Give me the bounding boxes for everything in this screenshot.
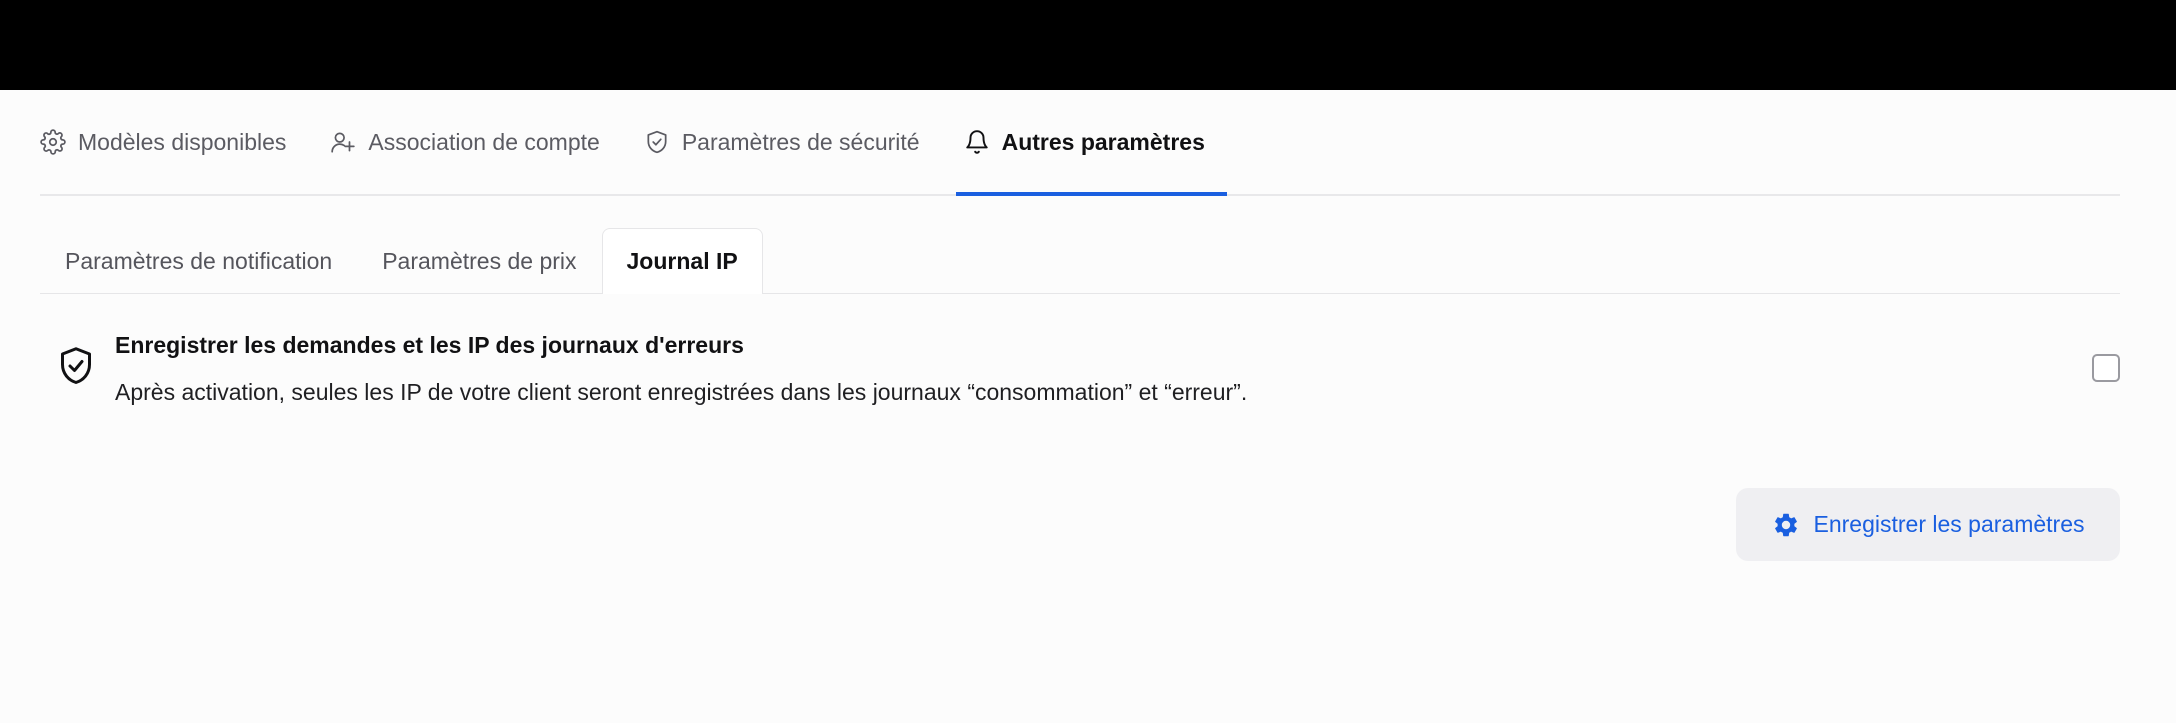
- subtab-notification-settings[interactable]: Paramètres de notification: [40, 229, 357, 293]
- subtab-price-settings[interactable]: Paramètres de prix: [357, 229, 601, 293]
- tab-available-models[interactable]: Modèles disponibles: [40, 90, 296, 194]
- shield-check-icon: [644, 129, 670, 155]
- top-black-bar: [0, 0, 2176, 90]
- save-button-label: Enregistrer les paramètres: [1813, 511, 2085, 537]
- tab-account-association[interactable]: Association de compte: [330, 90, 609, 194]
- tab-label: Autres paramètres: [1001, 128, 1205, 155]
- tab-label: Association de compte: [368, 128, 600, 155]
- sub-tab-bar: Paramètres de notification Paramètres de…: [40, 228, 2120, 294]
- ip-log-setting-row: Enregistrer les demandes et les IP des j…: [40, 320, 2120, 420]
- tab-label: Paramètres de sécurité: [681, 128, 920, 155]
- tab-security-settings[interactable]: Paramètres de sécurité: [644, 90, 930, 194]
- tab-other-settings[interactable]: Autres paramètres: [955, 90, 1228, 196]
- ip-log-checkbox[interactable]: [2092, 354, 2120, 382]
- user-plus-icon: [330, 129, 356, 155]
- save-settings-button[interactable]: Enregistrer les paramètres: [1736, 488, 2120, 561]
- bell-icon: [964, 129, 990, 155]
- gear-icon: [1772, 511, 1800, 539]
- subtab-ip-log[interactable]: Journal IP: [601, 228, 763, 294]
- setting-description: Après activation, seules les IP de votre…: [115, 379, 1248, 405]
- setting-title: Enregistrer les demandes et les IP des j…: [115, 332, 744, 358]
- tab-label: Modèles disponibles: [78, 128, 287, 155]
- shield-check-icon: [58, 346, 94, 386]
- main-tab-bar: Modèles disponibles Association de compt…: [40, 90, 2120, 196]
- gear-icon: [40, 129, 66, 155]
